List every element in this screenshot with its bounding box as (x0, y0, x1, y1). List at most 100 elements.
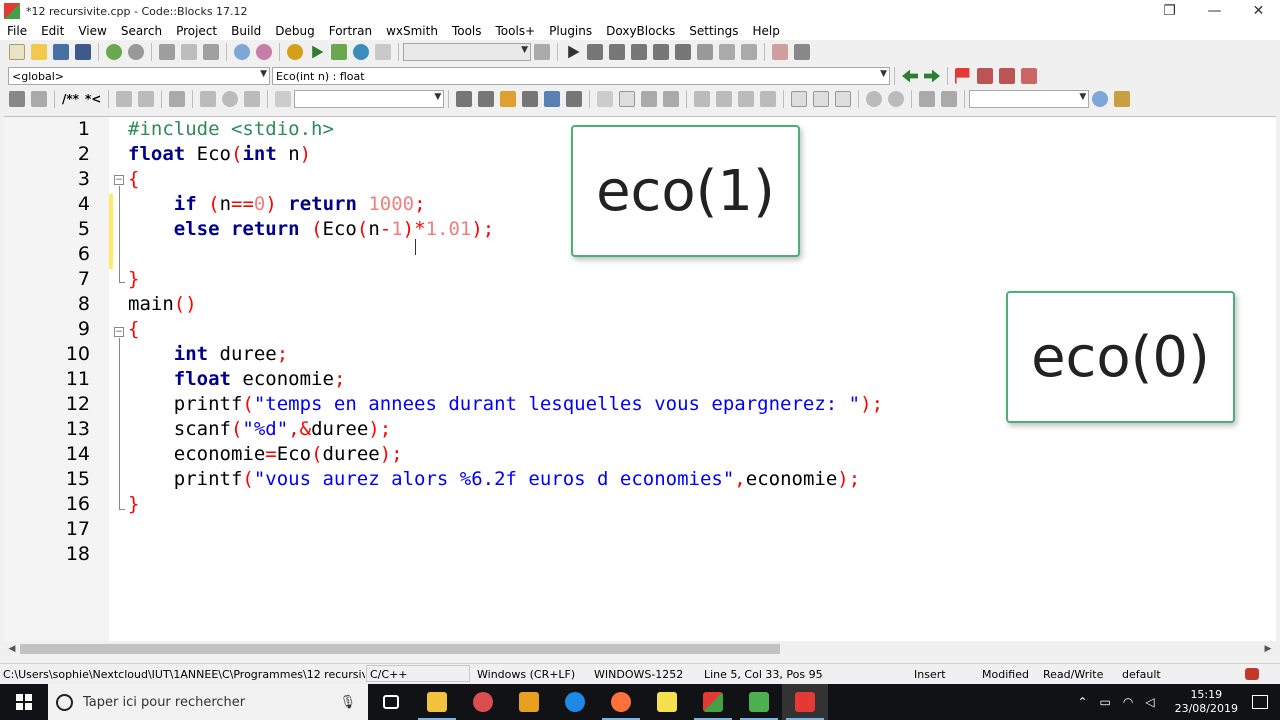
doxy-help-icon[interactable] (138, 91, 155, 107)
battery-icon[interactable]: ▭ (1100, 695, 1111, 709)
menu-plugins[interactable]: Plugins (542, 24, 599, 38)
menu-edit[interactable]: Edit (34, 24, 71, 38)
layout-3-icon[interactable] (738, 91, 755, 107)
zoom-in-icon[interactable] (866, 91, 883, 107)
scroll-right-icon[interactable]: ▶ (1260, 641, 1276, 657)
match-case-icon[interactable] (544, 91, 561, 107)
microphone-icon[interactable]: 🎙 (339, 695, 356, 710)
task-view-button[interactable] (368, 684, 414, 720)
stop-debugger-icon[interactable] (741, 44, 757, 60)
frame-icon[interactable] (619, 91, 636, 107)
incremental-search-input[interactable]: ▼ (294, 90, 445, 108)
new-file-icon[interactable] (9, 44, 25, 60)
next-instruction-icon[interactable] (675, 44, 691, 60)
symbol-find-icon[interactable] (1092, 91, 1109, 107)
jump-back-icon[interactable] (902, 69, 918, 83)
horizontal-scrollbar[interactable]: ◀ ▶ (4, 641, 1276, 657)
next-line-icon[interactable] (609, 44, 625, 60)
select-tool-icon[interactable] (597, 91, 614, 107)
run-to-cursor-icon[interactable] (587, 44, 603, 60)
menu-build[interactable]: Build (224, 24, 268, 38)
doxy-block-icon[interactable] (116, 91, 133, 107)
menu-fortran[interactable]: Fortran (322, 24, 379, 38)
save-all-icon[interactable] (75, 44, 91, 60)
marker-dot-icon[interactable] (222, 91, 239, 107)
layout-2-icon[interactable] (716, 91, 733, 107)
build-gear-icon[interactable] (287, 44, 303, 60)
find-icon[interactable] (234, 44, 250, 60)
search-prev-icon[interactable] (456, 91, 473, 107)
menu-doxyblocks[interactable]: DoxyBlocks (599, 24, 682, 38)
debug-info-icon[interactable] (794, 44, 810, 60)
pause-icon[interactable] (719, 44, 735, 60)
menu-project[interactable]: Project (169, 24, 224, 38)
step-out-icon[interactable] (653, 44, 669, 60)
menu-wxsmith[interactable]: wxSmith (379, 24, 445, 38)
scope-select[interactable]: <global> ▼ (8, 67, 270, 85)
clear-search-icon[interactable] (275, 91, 292, 107)
zoom-out-icon[interactable] (888, 91, 905, 107)
replace-icon[interactable] (256, 44, 272, 60)
open-folder-icon[interactable] (31, 44, 47, 60)
bookmark-next-icon[interactable] (999, 68, 1015, 84)
scrollbar-thumb[interactable] (20, 644, 780, 654)
taskbar-edge[interactable] (552, 684, 598, 720)
c-tool-icon[interactable] (941, 91, 958, 107)
menu-help[interactable]: Help (745, 24, 786, 38)
taskbar-app-w[interactable] (506, 684, 552, 720)
step-into-icon[interactable] (631, 44, 647, 60)
rebuild-icon[interactable] (353, 44, 369, 60)
menu-search[interactable]: Search (114, 24, 169, 38)
regex-icon[interactable] (566, 91, 583, 107)
menu-settings[interactable]: Settings (682, 24, 745, 38)
save-icon[interactable] (53, 44, 69, 60)
taskbar-file-explorer[interactable] (414, 684, 460, 720)
taskbar-search[interactable]: Taper ici pour rechercher 🎙 (48, 684, 368, 720)
target-options-icon[interactable] (534, 44, 550, 60)
shape-2-icon[interactable] (813, 91, 830, 107)
layout-4-icon[interactable] (760, 91, 777, 107)
bookmark-prev-icon[interactable] (977, 68, 993, 84)
minimize-button[interactable]: — (1192, 0, 1237, 22)
next-marker-icon[interactable] (244, 91, 261, 107)
taskbar-camtasia-green[interactable] (736, 684, 782, 720)
symbol-search-input[interactable]: ▼ (969, 90, 1090, 108)
restore-button[interactable]: ❐ (1147, 0, 1192, 22)
taskbar-codeblocks[interactable] (690, 684, 736, 720)
debug-continue-icon[interactable] (568, 45, 580, 59)
bookmark-clear-icon[interactable] (1021, 68, 1037, 84)
menu-view[interactable]: View (71, 24, 113, 38)
volume-icon[interactable]: ◁ (1145, 695, 1154, 709)
selected-text-icon[interactable] (522, 91, 539, 107)
image-icon[interactable] (641, 91, 658, 107)
highlight-icon[interactable] (500, 91, 517, 107)
start-button[interactable] (0, 684, 48, 720)
prev-marker-icon[interactable] (200, 91, 217, 107)
tray-expand-icon[interactable]: ⌃ (1077, 695, 1087, 709)
debug-windows-icon[interactable] (772, 44, 788, 60)
bookmark-toggle-icon[interactable] (955, 68, 970, 84)
undo-icon[interactable] (106, 44, 122, 60)
layout-1-icon[interactable] (694, 91, 711, 107)
redo-icon[interactable] (128, 44, 144, 60)
close-button[interactable]: ✕ (1237, 0, 1280, 22)
taskbar-firefox[interactable] (598, 684, 644, 720)
scroll-left-icon[interactable]: ◀ (4, 641, 20, 657)
code-tool-icon[interactable] (9, 91, 25, 107)
build-and-run-icon[interactable] (331, 44, 347, 60)
code-tool2-icon[interactable] (31, 91, 47, 107)
step-into-instruction-icon[interactable] (697, 44, 713, 60)
menu-file[interactable]: File (0, 24, 34, 38)
taskbar-sticky-notes[interactable] (644, 684, 690, 720)
abort-icon[interactable] (375, 44, 391, 60)
wrench-icon[interactable] (169, 91, 186, 107)
box-comment-button[interactable]: *< (85, 92, 101, 106)
action-center-icon[interactable] (1252, 695, 1268, 709)
paste-icon[interactable] (203, 44, 219, 60)
menu-debug[interactable]: Debug (268, 24, 321, 38)
run-icon[interactable] (312, 45, 324, 59)
build-target-select[interactable]: ▼ (403, 43, 531, 61)
settings-wrench-icon[interactable] (1114, 91, 1131, 107)
s-tool-icon[interactable] (919, 91, 936, 107)
taskbar-clock[interactable]: 15:19 23/08/2019 (1175, 688, 1238, 716)
